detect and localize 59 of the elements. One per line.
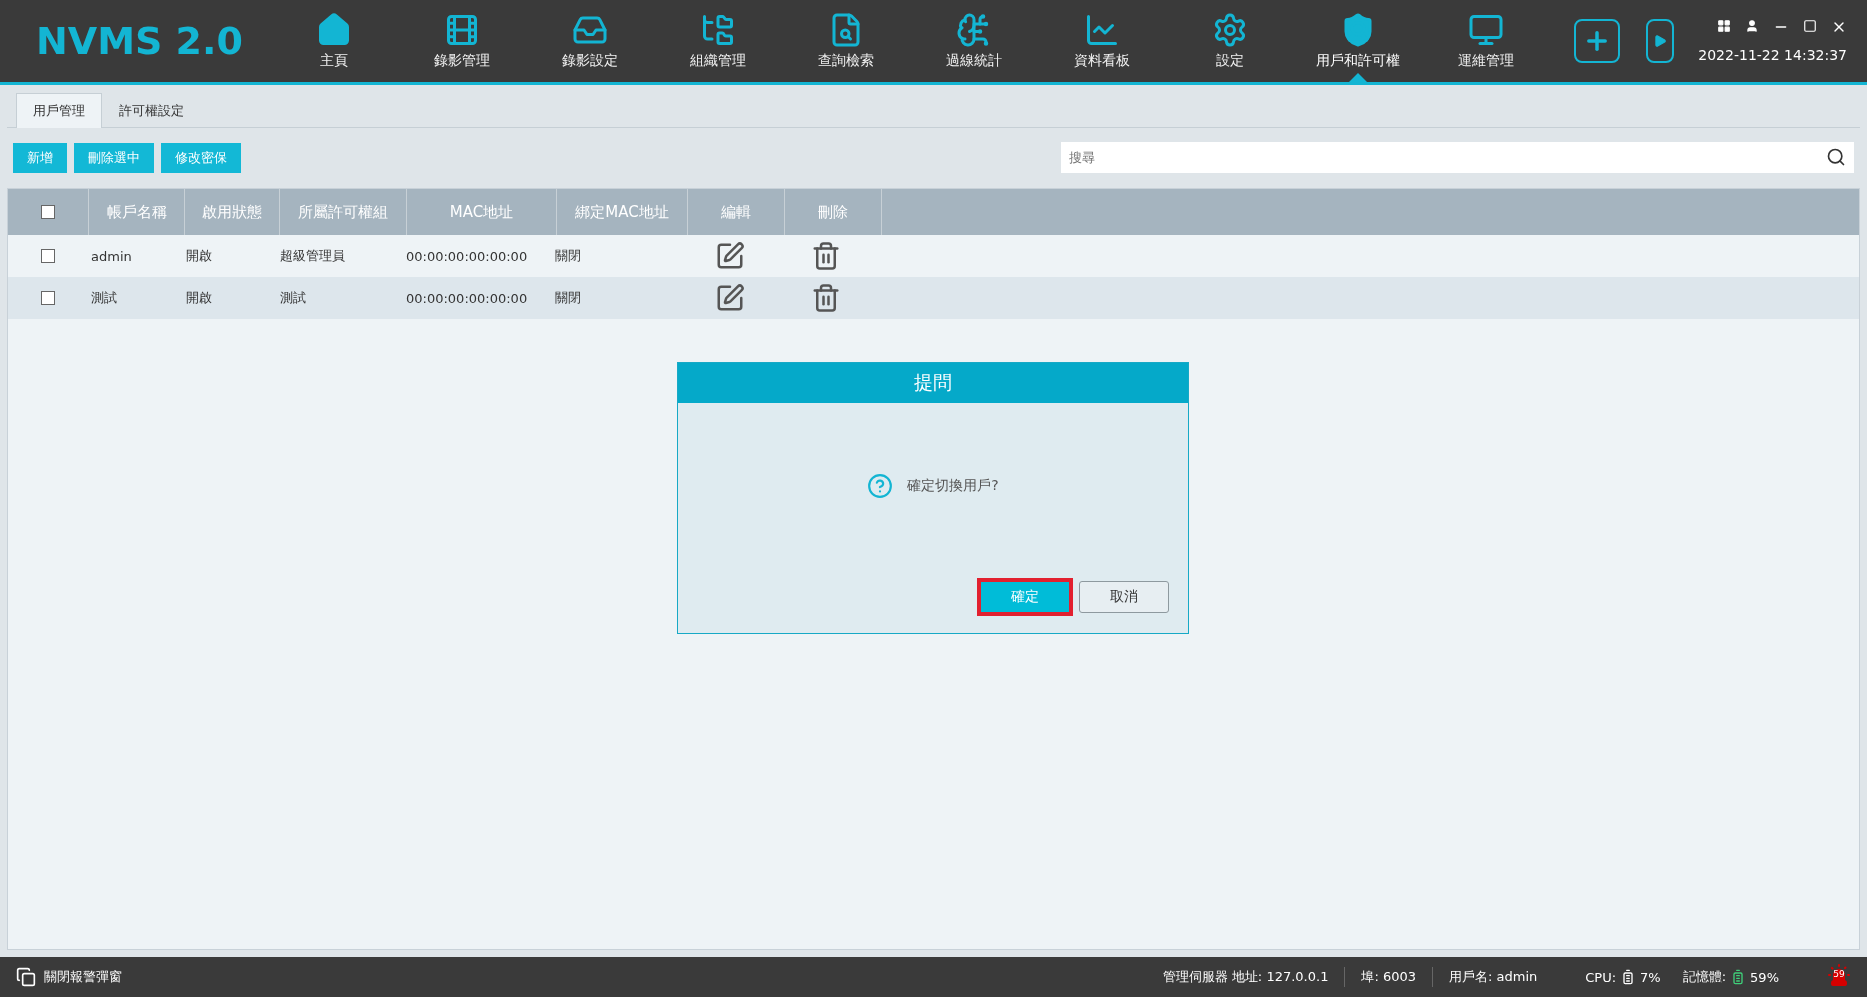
tab[interactable]: 許可權設定 bbox=[102, 93, 201, 128]
home-icon bbox=[316, 12, 352, 48]
select-all-checkbox[interactable] bbox=[41, 205, 55, 219]
cpu-label: CPU: bbox=[1585, 969, 1617, 985]
question-icon bbox=[867, 473, 894, 499]
dialog-button[interactable]: 取消 bbox=[1079, 581, 1169, 613]
table-cell-text: 關閉 bbox=[554, 289, 582, 307]
memory-value: 59% bbox=[1750, 969, 1779, 985]
port-text: 埠: 6003 bbox=[1361, 968, 1416, 986]
memory-label: 記憶體: bbox=[1682, 968, 1727, 986]
table-cell-text: 00:00:00:00:00:00 bbox=[405, 247, 529, 266]
nav-tab[interactable]: 設定 bbox=[1166, 0, 1294, 82]
alarm-popup-toggle[interactable]: 關閉報警彈窗 bbox=[44, 968, 122, 986]
settings-icon bbox=[1212, 12, 1248, 48]
nav-tab[interactable]: 用戶和許可權 bbox=[1294, 0, 1422, 82]
chart-icon bbox=[1084, 12, 1120, 48]
table-cell-text: 00:00:00:00:00:00 bbox=[405, 289, 529, 308]
dialog-title: 提問 bbox=[678, 363, 1188, 403]
grid-icon[interactable] bbox=[1717, 19, 1731, 33]
search-field[interactable]: 搜尋 bbox=[1061, 142, 1854, 173]
username-text: 用戶名: admin bbox=[1449, 968, 1538, 986]
table-cell-text: 關閉 bbox=[554, 247, 582, 265]
nav-tab[interactable]: 過線統計 bbox=[910, 0, 1038, 82]
table-cell-text: 超級管理員 bbox=[279, 247, 346, 265]
cpu-value: 7% bbox=[1640, 969, 1661, 985]
add-button[interactable] bbox=[1574, 19, 1620, 63]
nav-tab[interactable]: 主頁 bbox=[270, 0, 398, 82]
row-checkbox[interactable] bbox=[41, 249, 55, 263]
trash-icon[interactable] bbox=[811, 283, 841, 313]
maximize-icon[interactable] bbox=[1803, 19, 1817, 33]
windows-icon[interactable] bbox=[16, 967, 36, 987]
search-icon[interactable] bbox=[1826, 147, 1846, 167]
nav-tab[interactable]: 錄影設定 bbox=[526, 0, 654, 82]
tab[interactable]: 用戶管理 bbox=[16, 93, 102, 128]
server-address: 管理伺服器 地址: 127.0.0.1 bbox=[1162, 968, 1329, 986]
nav-tab[interactable]: 查詢檢索 bbox=[782, 0, 910, 82]
table-cell-text: 開啟 bbox=[185, 289, 213, 307]
play-button[interactable] bbox=[1646, 19, 1674, 63]
nav-tab[interactable]: 運維管理 bbox=[1422, 0, 1550, 82]
folder-tree-icon bbox=[700, 12, 736, 48]
edit-icon[interactable] bbox=[715, 283, 745, 313]
nav-tab[interactable]: 錄影管理 bbox=[398, 0, 526, 82]
row-checkbox[interactable] bbox=[41, 291, 55, 305]
nav-tab[interactable]: 組織管理 bbox=[654, 0, 782, 82]
datetime: 2022-11-22 14:32:37 bbox=[1698, 47, 1847, 63]
user-icon[interactable] bbox=[1745, 19, 1759, 33]
table-cell-text: 測試 bbox=[90, 289, 118, 307]
monitor-icon bbox=[1468, 12, 1504, 48]
film-reel-icon bbox=[444, 12, 480, 48]
table-cell-text: admin bbox=[90, 247, 133, 266]
trash-icon[interactable] bbox=[811, 241, 841, 271]
nav-tab[interactable]: 資料看板 bbox=[1038, 0, 1166, 82]
table-cell-text: 測試 bbox=[279, 289, 307, 307]
alarm-badge[interactable]: 59 bbox=[1827, 963, 1851, 991]
table-cell-text: 開啟 bbox=[185, 247, 213, 265]
app-logo: NVMS 2.0 bbox=[35, 19, 244, 63]
edit-icon[interactable] bbox=[715, 241, 745, 271]
play-icon bbox=[1653, 34, 1667, 48]
dialog-message: 確定切換用戶? bbox=[907, 477, 999, 495]
